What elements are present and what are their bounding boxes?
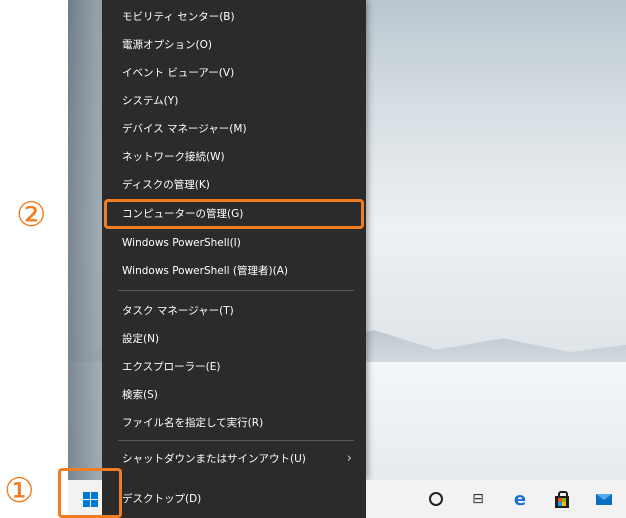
menu-item-event-viewer[interactable]: イベント ビューアー(V) xyxy=(102,58,366,88)
menu-separator xyxy=(118,440,354,441)
cortana-icon[interactable] xyxy=(426,489,446,509)
menu-item-power-options[interactable]: 電源オプション(O) xyxy=(102,30,366,60)
step-1-marker: ① xyxy=(4,471,35,511)
menu-item-settings[interactable]: 設定(N) xyxy=(102,324,366,354)
highlight-start-button xyxy=(58,468,122,518)
menu-item-mobility-center[interactable]: モビリティ センター(B) xyxy=(102,2,366,32)
menu-item-explorer[interactable]: エクスプローラー(E) xyxy=(102,352,366,382)
menu-item-label: シャットダウンまたはサインアウト(U) xyxy=(122,453,306,465)
menu-item-disk-management[interactable]: ディスクの管理(K) xyxy=(102,170,366,200)
menu-item-device-manager[interactable]: デバイス マネージャー(M) xyxy=(102,114,366,144)
menu-item-network-connections[interactable]: ネットワーク接続(W) xyxy=(102,142,366,172)
task-view-icon[interactable]: ⊟ xyxy=(468,489,488,509)
menu-item-desktop[interactable]: デスクトップ(D) xyxy=(102,484,366,514)
menu-item-shutdown-signout[interactable]: シャットダウンまたはサインアウト(U) › xyxy=(102,444,366,474)
step-2-marker: ② xyxy=(16,195,47,235)
mail-icon[interactable] xyxy=(594,489,614,509)
chevron-right-icon: › xyxy=(346,451,352,466)
menu-separator xyxy=(118,290,354,291)
menu-item-task-manager[interactable]: タスク マネージャー(T) xyxy=(102,296,366,326)
winx-menu-bottom: デスクトップ(D) xyxy=(102,480,366,518)
menu-item-powershell-admin[interactable]: Windows PowerShell (管理者)(A) xyxy=(102,256,366,286)
menu-item-powershell[interactable]: Windows PowerShell(I) xyxy=(102,228,366,258)
highlight-computer-management xyxy=(104,199,364,229)
menu-item-search[interactable]: 検索(S) xyxy=(102,380,366,410)
edge-icon[interactable]: e xyxy=(510,489,530,510)
menu-item-system[interactable]: システム(Y) xyxy=(102,86,366,116)
menu-item-run[interactable]: ファイル名を指定して実行(R) xyxy=(102,408,366,438)
store-icon[interactable] xyxy=(552,489,572,509)
winx-context-menu: モビリティ センター(B) 電源オプション(O) イベント ビューアー(V) シ… xyxy=(102,0,366,480)
